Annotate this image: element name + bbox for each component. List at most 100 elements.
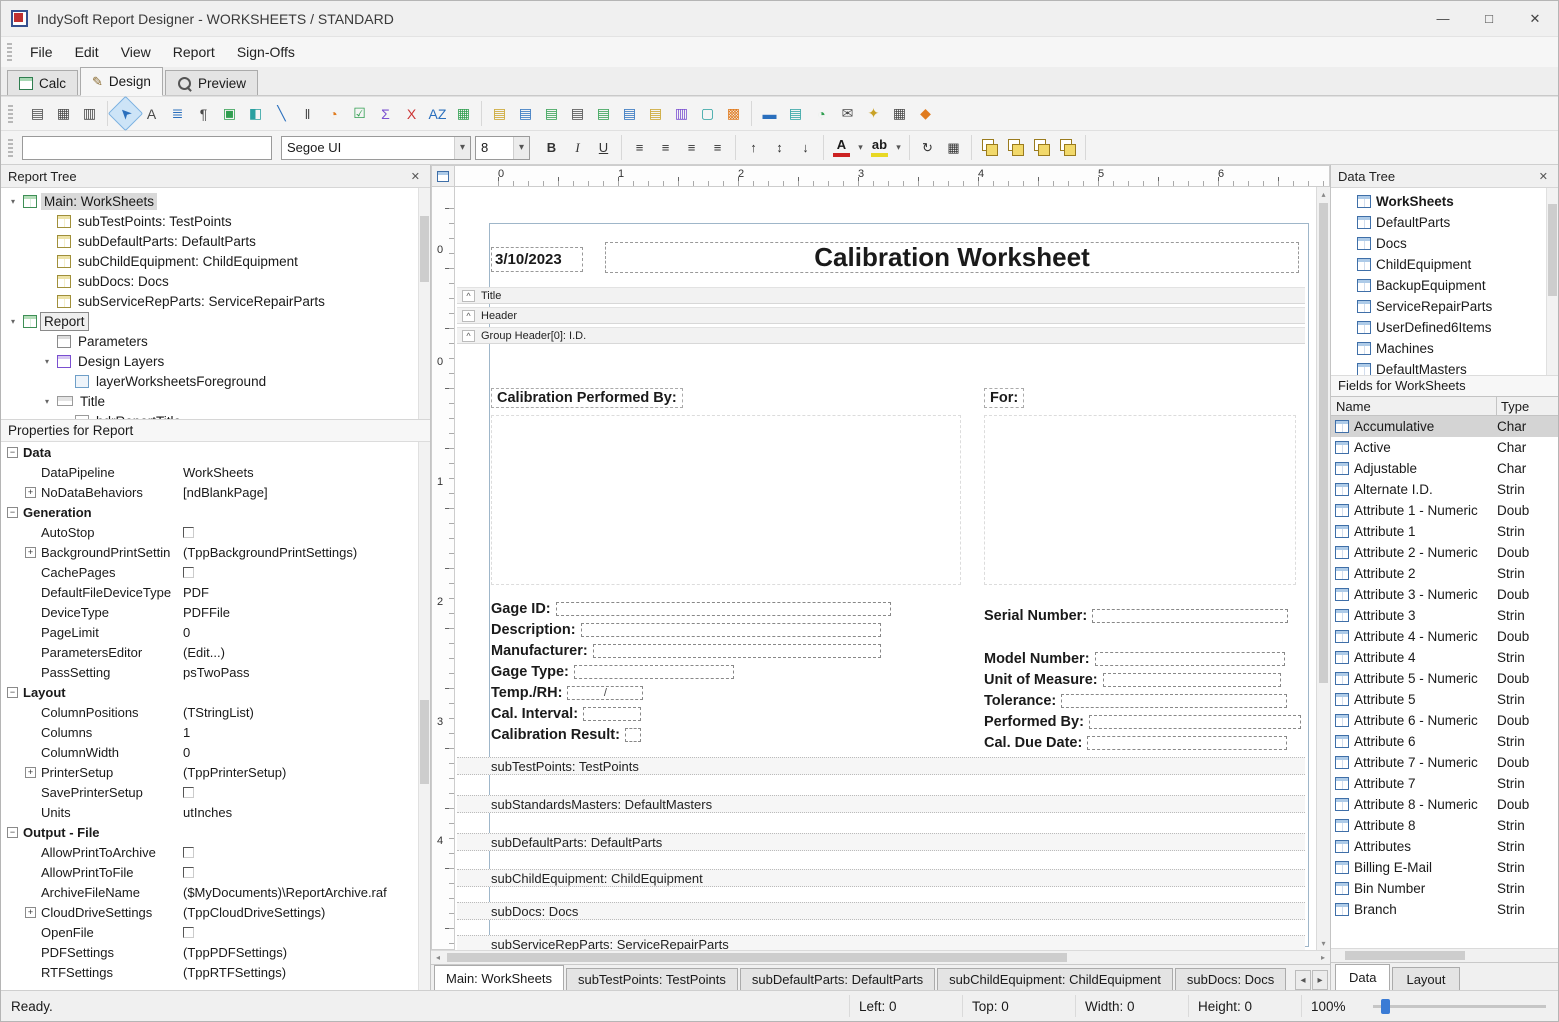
data-tree-item[interactable]: DefaultMasters <box>1331 359 1558 376</box>
report-title-field[interactable]: Calibration Worksheet <box>605 242 1299 273</box>
field-label[interactable]: Unit of Measure: <box>984 672 1098 688</box>
field-label[interactable]: Tolerance: <box>984 693 1056 709</box>
valign-bottom-button[interactable]: ↓ <box>793 135 818 160</box>
report-tree-item[interactable]: subDocs: Docs <box>1 271 430 291</box>
expander-icon[interactable]: ▾ <box>41 357 53 366</box>
property-row[interactable]: DataPipeline WorkSheets <box>1 462 418 482</box>
scrollbar-thumb[interactable] <box>420 216 429 282</box>
chevron-down-icon[interactable]: ▾ <box>893 135 904 160</box>
zoom-slider[interactable] <box>1373 991 1546 1021</box>
field-row[interactable]: Attribute 2 - Numeric Doub <box>1331 542 1558 563</box>
memo-field[interactable] <box>984 415 1296 585</box>
property-row[interactable]: ColumnWidth 0 <box>1 742 418 762</box>
property-row[interactable]: DefaultFileDeviceType PDF <box>1 582 418 602</box>
property-row[interactable]: PDFSettings (TppPDFSettings) <box>1 942 418 962</box>
font-color-button[interactable]: A <box>829 135 854 160</box>
field-row[interactable]: Branch Strin <box>1331 899 1558 920</box>
line-tool[interactable]: ╲ <box>269 101 294 126</box>
field-row[interactable]: Attribute 3 Strin <box>1331 605 1558 626</box>
property-value[interactable]: (TppPrinterSetup) <box>183 765 418 780</box>
zoom-track[interactable] <box>1373 1005 1546 1008</box>
font-size-select[interactable]: 8 ▾ <box>475 136 530 160</box>
data-traversal-button[interactable]: ↻ <box>915 135 940 160</box>
table-tool[interactable]: ▦ <box>451 101 476 126</box>
fields-horizontal-scrollbar[interactable] <box>1331 948 1558 962</box>
field-row[interactable]: Attribute 6 Strin <box>1331 731 1558 752</box>
data-tree-item[interactable]: Machines <box>1331 338 1558 359</box>
memo-field[interactable] <box>491 415 961 585</box>
field-row[interactable]: Alternate I.D. Strin <box>1331 479 1558 500</box>
field-row[interactable]: Attribute 8 - Numeric Doub <box>1331 794 1558 815</box>
property-value[interactable]: PDFFile <box>183 605 418 620</box>
chevron-down-icon[interactable]: ▾ <box>454 137 470 159</box>
property-row[interactable]: RTFSettings (TppRTFSettings) <box>1 962 418 982</box>
canvas-tab[interactable]: subDefaultParts: DefaultParts <box>740 968 935 990</box>
property-value[interactable]: (TppPDFSettings) <box>183 945 418 960</box>
field-row[interactable]: Attribute 2 Strin <box>1331 563 1558 584</box>
property-value[interactable]: psTwoPass <box>183 665 418 680</box>
chart-tool[interactable]: ◔ <box>321 101 346 126</box>
property-value[interactable] <box>183 787 418 798</box>
mode-tab[interactable]: Preview <box>165 70 258 95</box>
canvas-tab[interactable]: subChildEquipment: ChildEquipment <box>937 968 1173 990</box>
field-label[interactable]: Description: <box>491 622 576 638</box>
highlight-color-button[interactable]: ab <box>867 135 892 160</box>
move-backward-button[interactable] <box>1055 135 1080 160</box>
valign-center-button[interactable]: ↕ <box>767 135 792 160</box>
group-footer-band-tool[interactable]: ▤ <box>591 101 616 126</box>
property-row[interactable]: SavePrinterSetup <box>1 782 418 802</box>
mode-tab[interactable]: ✎ Design <box>80 67 163 96</box>
checkbox[interactable] <box>183 527 194 538</box>
property-value[interactable] <box>183 867 418 878</box>
wizard-tool[interactable]: ✦ <box>861 101 886 126</box>
band-strip[interactable]: ^ Header <box>457 307 1305 324</box>
property-row[interactable]: − Generation <box>1 502 418 522</box>
header-band-tool[interactable]: ▤ <box>513 101 538 126</box>
checkbox[interactable] <box>183 847 194 858</box>
field-label[interactable]: Temp./RH: <box>491 685 562 701</box>
property-row[interactable]: Columns 1 <box>1 722 418 742</box>
expand-icon[interactable]: − <box>7 827 18 838</box>
tab-next-icon[interactable]: ▸ <box>1312 970 1328 990</box>
dbtext-field[interactable] <box>556 602 891 616</box>
property-value[interactable]: [ndBlankPage] <box>183 485 418 500</box>
field-row[interactable]: Adjustable Char <box>1331 458 1558 479</box>
property-row[interactable]: + BackgroundPrintSettin (TppBackgroundPr… <box>1 542 418 562</box>
checkbox[interactable] <box>183 787 194 798</box>
barcode-tool[interactable]: ‖ <box>295 101 320 126</box>
menu-item[interactable]: Edit <box>64 39 110 65</box>
band-strip[interactable]: ^ Title <box>457 287 1305 304</box>
shape-tool[interactable]: ◧ <box>243 101 268 126</box>
scrollbar-thumb[interactable] <box>1345 951 1465 960</box>
property-value[interactable] <box>183 527 418 538</box>
field-label[interactable]: Gage Type: <box>491 664 569 680</box>
property-value[interactable]: 0 <box>183 625 418 640</box>
report-tree-item[interactable]: subDefaultParts: DefaultParts <box>1 231 430 251</box>
canvas-horizontal-scrollbar[interactable]: ◂ ▸ <box>431 950 1330 964</box>
font-family-select[interactable]: Segoe UI ▾ <box>281 136 471 160</box>
memo-tool[interactable]: ≣ <box>165 101 190 126</box>
field-label[interactable]: Cal. Due Date: <box>984 735 1082 751</box>
property-row[interactable]: CachePages <box>1 562 418 582</box>
report-tree-item[interactable]: subTestPoints: TestPoints <box>1 211 430 231</box>
underline-button[interactable]: U <box>591 135 616 160</box>
menu-item[interactable]: File <box>19 39 64 65</box>
dbtext-field[interactable] <box>625 728 641 742</box>
send-to-back-button[interactable] <box>1003 135 1028 160</box>
property-row[interactable]: + CloudDriveSettings (TppCloudDriveSetti… <box>1 902 418 922</box>
checkbox[interactable] <box>183 867 194 878</box>
property-value[interactable]: PDF <box>183 585 418 600</box>
collapse-band-icon[interactable]: ^ <box>462 330 475 342</box>
dbtext-field[interactable] <box>1103 673 1281 687</box>
property-value[interactable] <box>183 567 418 578</box>
type-column-header[interactable]: Type <box>1497 399 1558 414</box>
image-tool[interactable]: ▣ <box>217 101 242 126</box>
property-value[interactable]: 0 <box>183 745 418 760</box>
property-value[interactable]: (TppRTFSettings) <box>183 965 418 980</box>
subreport-strip[interactable]: subTestPoints: TestPoints <box>457 757 1305 775</box>
dbtext-field[interactable] <box>1087 736 1287 750</box>
field-row[interactable]: Attribute 5 - Numeric Doub <box>1331 668 1558 689</box>
footer-band-tool[interactable]: ▤ <box>617 101 642 126</box>
checkbox[interactable] <box>183 927 194 938</box>
expander-icon[interactable]: ▾ <box>7 317 19 326</box>
